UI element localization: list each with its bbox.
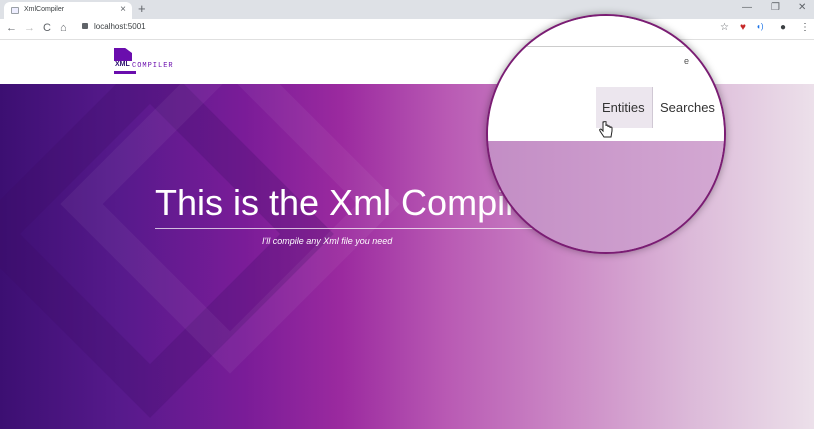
back-arrow-icon[interactable]: ← xyxy=(6,22,17,34)
reload-icon[interactable]: C xyxy=(43,22,51,34)
magnified-divider xyxy=(488,46,724,47)
nav-searches[interactable]: Searches xyxy=(660,100,715,115)
restore-button[interactable]: ❐ xyxy=(771,2,780,13)
home-icon[interactable]: ⌂ xyxy=(60,22,67,34)
nav-partial-text: e xyxy=(684,56,690,66)
account-icon[interactable]: ● xyxy=(780,22,786,33)
plus-icon[interactable]: + xyxy=(138,1,146,16)
shield-icon[interactable]: ♥ xyxy=(740,22,746,33)
lock-icon xyxy=(82,23,88,29)
url-text: localhost:5001 xyxy=(94,22,146,31)
hero-title: This is the Xml Compiler xyxy=(155,182,546,223)
tab-title: XmlCompiler xyxy=(24,6,65,13)
minimize-button[interactable]: — xyxy=(742,2,752,13)
forward-arrow-icon[interactable]: → xyxy=(24,22,35,34)
magnifier-callout: e Entities Searches xyxy=(486,14,726,254)
menu-icon[interactable]: ⋮ xyxy=(800,22,810,33)
extension-icon[interactable]: ◖) xyxy=(756,22,764,31)
browser-tab[interactable]: XmlCompiler × xyxy=(4,2,132,19)
logo-icon[interactable] xyxy=(114,48,132,61)
magnified-hero xyxy=(488,141,724,252)
hero-subtitle: I'll compile any Xml file you need xyxy=(262,236,393,246)
logo-underline xyxy=(114,71,136,74)
logo-xml[interactable]: XML xyxy=(115,61,130,68)
nav-entities-label: Entities xyxy=(602,100,645,115)
window-close-button[interactable]: ✕ xyxy=(798,2,806,13)
logo-compiler[interactable]: COMPILER xyxy=(132,62,174,70)
close-icon[interactable]: × xyxy=(120,4,126,15)
favicon-icon xyxy=(11,7,19,14)
hand-cursor-icon xyxy=(599,121,613,138)
